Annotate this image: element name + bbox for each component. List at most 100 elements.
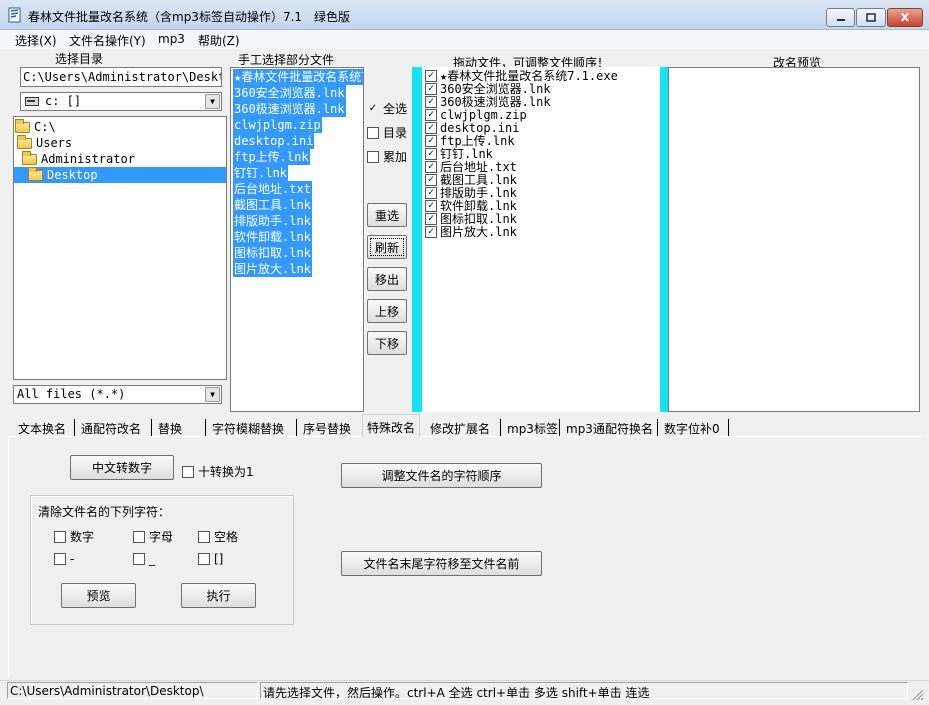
move-tail-chars-button[interactable]: 文件名末尾字符移至文件名前 [341,551,542,576]
clear-brackets-checkbox[interactable]: [] [198,552,223,566]
checkbox-box [133,553,145,565]
tab-separator [500,419,501,436]
execute-button[interactable]: 执行 [181,583,256,608]
tab-mp3-tags[interactable]: mp3标签 [507,417,558,437]
check-icon[interactable]: ✓ [425,212,437,225]
check-icon[interactable]: ✓ [425,82,437,95]
rename-preview-list[interactable] [668,67,920,412]
checkbox-box [198,553,210,565]
check-icon[interactable]: ✓ [425,134,437,147]
check-icon[interactable]: ✓ [425,173,437,186]
ten-to-one-checkbox[interactable]: 十转换为1 [182,463,254,480]
clear-brackets-label: [] [214,552,224,566]
folder-open-icon [15,118,30,133]
list-item[interactable]: 钉钉.lnk [233,165,288,181]
tree-node-desktop[interactable]: Desktop [14,166,226,183]
list-item[interactable]: 图片放大.lnk [233,261,312,277]
adjust-char-order-button[interactable]: 调整文件名的字符顺序 [341,463,542,488]
menu-filename-ops[interactable]: 文件名操作(Y) [69,32,146,49]
list-item[interactable]: ★春林文件批量改名系统7.1.exe [233,69,363,85]
select-all-checkbox[interactable]: ✓ 全选 [367,100,407,117]
tab-change-extension[interactable]: 修改扩展名 [430,417,490,437]
check-icon[interactable]: ✓ [425,108,437,121]
clear-dash-checkbox[interactable]: - [54,552,74,566]
directory-checkbox[interactable]: 目录 [367,124,407,141]
file-filter-select[interactable]: All files (*.*) ▼ [13,385,222,404]
tab-replace[interactable]: 替换 [158,417,182,437]
clear-dash-label: - [70,552,75,566]
checkbox-box [54,530,66,543]
order-list-item[interactable]: ✓ clwjplgm.zip [425,108,527,122]
chevron-down-icon[interactable]: ▼ [205,387,220,402]
reselect-button[interactable]: 重选 [367,203,407,227]
list-item[interactable]: desktop.ini [233,133,315,149]
maximize-button[interactable] [856,8,886,27]
check-icon[interactable]: ✓ [425,95,437,108]
window-title: 春林文件批量改名系统（含mp3标签自动操作）7.1 绿色版 [28,10,351,24]
drag-handle-right[interactable] [660,67,668,412]
checkbox-box [367,150,379,163]
tab-wildcard-rename[interactable]: 通配符改名 [81,417,141,437]
directory-tree[interactable]: C:\ Users Administrator Desktop [13,116,227,380]
clear-digits-checkbox[interactable]: 数字 [54,528,94,545]
list-item[interactable]: 360极速浏览器.lnk [233,101,346,117]
tab-special-rename[interactable]: 特殊改名 [362,414,421,437]
tab-pad-zero[interactable]: 数字位补0 [664,417,720,437]
drive-icon [25,97,39,106]
order-file-list[interactable]: ✓ ★春林文件批量改名系统7.1.exe ✓ 360安全浏览器.lnk ✓ 360极速… [422,67,660,412]
preview-button[interactable]: 预览 [61,583,136,608]
select-all-label: 全选 [383,102,408,116]
list-item[interactable]: ftp上传.lnk [233,149,310,165]
check-icon[interactable]: ✓ [425,147,437,160]
list-item[interactable]: 软件卸载.lnk [233,229,312,245]
list-item[interactable]: 360安全浏览器.lnk [233,85,346,101]
clear-letters-label: 字母 [149,530,174,544]
list-item[interactable]: 排版助手.lnk [233,213,312,229]
drive-select[interactable]: c: [] ▼ [20,92,222,111]
check-icon[interactable]: ✓ [425,160,437,173]
chinese-to-number-button[interactable]: 中文转数字 [70,455,174,480]
minimize-button[interactable] [826,8,855,27]
tab-text-rename[interactable]: 文本换名 [18,417,66,437]
drag-handle-left[interactable] [412,67,422,412]
app-icon [8,7,21,23]
tab-fuzzy-replace[interactable]: 字符模糊替换 [212,417,284,437]
tab-separator [728,419,729,436]
order-list-item[interactable]: ✓ 图片放大.lnk [425,225,517,239]
clear-underscore-checkbox[interactable]: _ [133,552,155,566]
check-icon[interactable]: ✓ [425,69,437,82]
move-up-button[interactable]: 上移 [367,299,407,323]
minimize-icon [836,18,845,21]
chevron-down-icon[interactable]: ▼ [205,94,220,109]
clear-letters-checkbox[interactable]: 字母 [133,528,173,545]
tree-node-administrator[interactable]: Administrator [22,150,135,167]
tab-serial-replace[interactable]: 序号替换 [303,417,351,437]
list-item[interactable]: 截图工具.lnk [233,197,312,213]
close-button[interactable]: x [887,8,923,27]
list-item[interactable]: 图标扣取.lnk [233,245,312,261]
menu-help[interactable]: 帮助(Z) [198,32,240,49]
maximize-icon [866,13,876,22]
check-icon[interactable]: ✓ [425,225,437,238]
remove-button[interactable]: 移出 [367,267,407,291]
accumulate-checkbox[interactable]: 累加 [367,148,407,165]
move-down-button[interactable]: 下移 [367,331,407,355]
check-icon[interactable]: ✓ [425,186,437,199]
list-item[interactable]: 后台地址.txt [233,181,312,197]
resize-grip-icon[interactable] [910,687,924,701]
list-item[interactable]: clwjplgm.zip [233,117,322,133]
refresh-button[interactable]: 刷新 [367,235,407,259]
clear-spaces-checkbox[interactable]: 空格 [198,528,238,545]
tab-separator [657,419,658,436]
order-list-item[interactable]: ✓ 360极速浏览器.lnk [425,95,551,109]
menu-select[interactable]: 选择(X) [15,32,57,49]
menu-mp3[interactable]: mp3 [158,32,185,46]
tree-node-users[interactable]: Users [17,134,72,151]
check-icon[interactable]: ✓ [425,199,437,212]
check-icon[interactable]: ✓ [425,121,437,134]
manual-file-list[interactable]: ★春林文件批量改名系统7.1.exe 360安全浏览器.lnk 360极速浏览器… [230,67,364,412]
tree-node-drive[interactable]: C:\ [15,118,56,135]
tab-separator [205,419,206,436]
path-input[interactable]: C:\Users\Administrator\Desktop\ [20,67,222,87]
tab-mp3-wildcard[interactable]: mp3通配符换名 [566,417,653,437]
